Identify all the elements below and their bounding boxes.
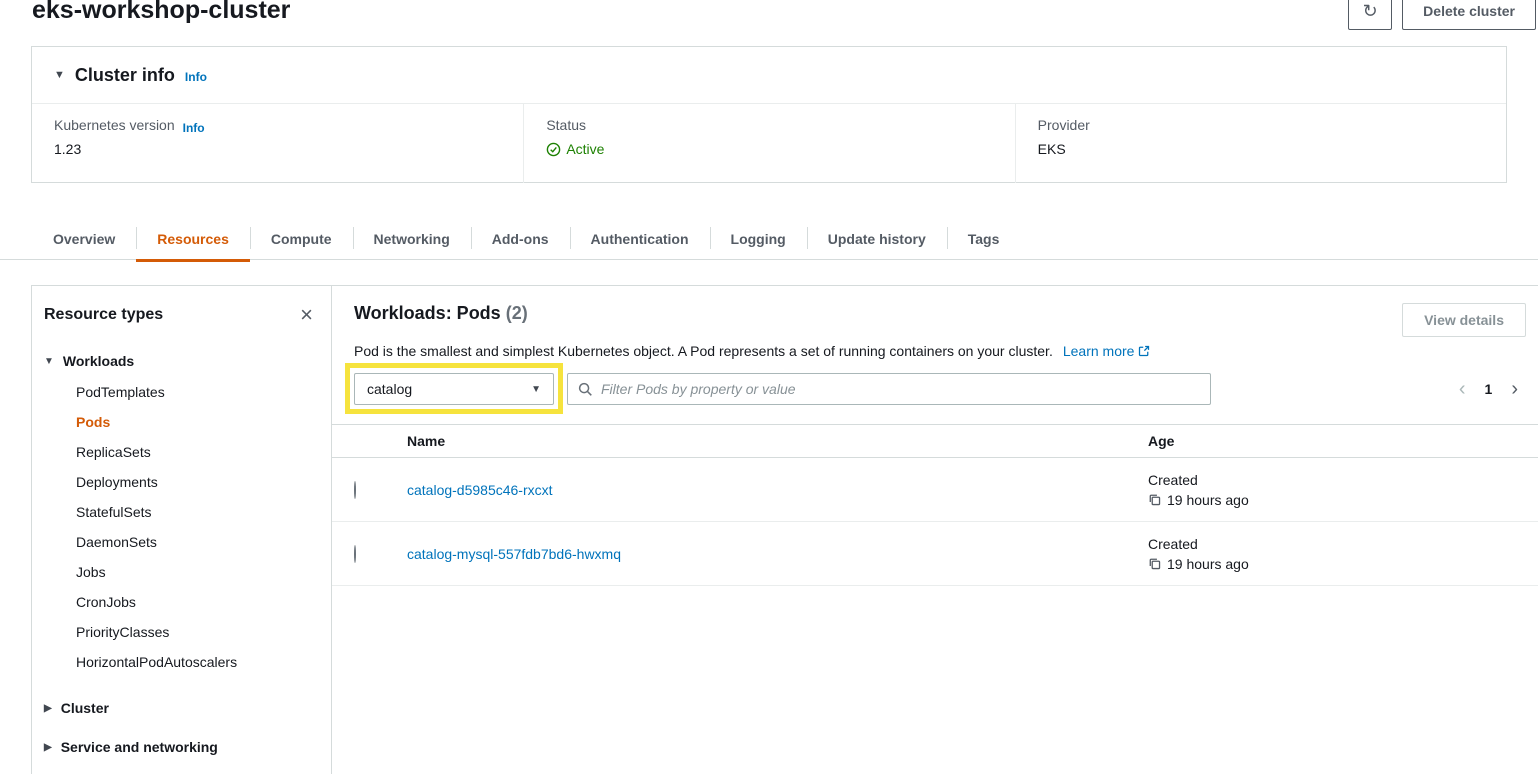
- collapse-caret-icon[interactable]: ▼: [54, 69, 65, 81]
- table-header: Name Age: [332, 424, 1538, 458]
- table-row: catalog-d5985c46-rxcxt Created 19 hours …: [332, 458, 1538, 522]
- close-icon[interactable]: ×: [296, 306, 317, 324]
- cluster-info-header[interactable]: ▼ Cluster info Info: [32, 47, 1506, 103]
- tab-bar: Overview Resources Compute Networking Ad…: [32, 217, 1020, 260]
- sidebar-item-cronjobs[interactable]: CronJobs: [44, 587, 319, 617]
- cluster-info-title: Cluster info: [75, 65, 175, 86]
- previous-page-icon[interactable]: ‹: [1459, 381, 1466, 397]
- sidebar-item-jobs[interactable]: Jobs: [44, 557, 319, 587]
- learn-more-text: Learn more: [1063, 343, 1135, 359]
- tab-overview[interactable]: Overview: [32, 217, 136, 260]
- tab-add-ons[interactable]: Add-ons: [471, 217, 570, 260]
- age-column-header: Age: [1148, 433, 1538, 449]
- resources-panel: Resource types × ▼ Workloads PodTemplate…: [31, 285, 1538, 774]
- caret-right-icon: ▶: [44, 703, 52, 714]
- pagination: ‹ 1 ›: [1459, 381, 1528, 397]
- pods-description-text: Pod is the smallest and simplest Kuberne…: [354, 343, 1053, 359]
- resource-types-sidebar: Resource types × ▼ Workloads PodTemplate…: [32, 286, 332, 774]
- pods-title-text: Workloads: Pods: [354, 303, 501, 323]
- kubernetes-version-info-link[interactable]: Info: [183, 121, 205, 135]
- learn-more-link[interactable]: Learn more: [1063, 343, 1151, 359]
- row-radio-button[interactable]: [354, 481, 356, 499]
- tab-update-history[interactable]: Update history: [807, 217, 947, 260]
- tab-authentication[interactable]: Authentication: [570, 217, 710, 260]
- sidebar-item-replicasets[interactable]: ReplicaSets: [44, 437, 319, 467]
- sidebar-item-podtemplates[interactable]: PodTemplates: [44, 377, 319, 407]
- tab-compute[interactable]: Compute: [250, 217, 353, 260]
- tree-group-label: Service and networking: [61, 739, 218, 755]
- caret-right-icon: ▶: [44, 742, 52, 753]
- tree-group-service-and-networking[interactable]: ▶ Service and networking: [44, 739, 319, 755]
- tree-group-workloads[interactable]: ▼ Workloads: [44, 353, 319, 369]
- provider-label: Provider: [1038, 117, 1090, 133]
- pods-panel-title: Workloads: Pods (2): [354, 303, 528, 324]
- workloads-items: PodTemplates Pods ReplicaSets Deployment…: [44, 377, 319, 677]
- tab-networking[interactable]: Networking: [353, 217, 471, 260]
- age-value: 19 hours ago: [1167, 492, 1249, 508]
- copy-icon[interactable]: [1148, 493, 1161, 506]
- kubernetes-version-label: Kubernetes version: [54, 117, 175, 133]
- age-created-label: Created: [1148, 536, 1538, 552]
- copy-icon[interactable]: [1148, 557, 1161, 570]
- cluster-info-card: ▼ Cluster info Info Kubernetes version I…: [31, 46, 1507, 183]
- field-kubernetes-version: Kubernetes version Info 1.23: [32, 104, 523, 183]
- sidebar-item-priorityclasses[interactable]: PriorityClasses: [44, 617, 319, 647]
- row-radio-button[interactable]: [354, 545, 356, 563]
- table-row: catalog-mysql-557fdb7bd6-hwxmq Created 1…: [332, 522, 1538, 586]
- page-number[interactable]: 1: [1485, 381, 1493, 397]
- age-cell: Created 19 hours ago: [1148, 536, 1538, 572]
- tree-group-label: Cluster: [61, 700, 109, 716]
- sidebar-item-statefulsets[interactable]: StatefulSets: [44, 497, 319, 527]
- pod-name-link[interactable]: catalog-mysql-557fdb7bd6-hwxmq: [407, 546, 621, 562]
- status-value: Active: [546, 141, 992, 157]
- age-cell: Created 19 hours ago: [1148, 472, 1538, 508]
- resource-tree: ▼ Workloads PodTemplates Pods ReplicaSet…: [32, 353, 331, 755]
- next-page-icon[interactable]: ›: [1511, 381, 1518, 397]
- name-column-header: Name: [407, 433, 1148, 449]
- sidebar-item-daemonsets[interactable]: DaemonSets: [44, 527, 319, 557]
- tree-group-label: Workloads: [63, 353, 134, 369]
- refresh-icon: ↻: [1363, 1, 1378, 22]
- tab-logging[interactable]: Logging: [710, 217, 807, 260]
- header-actions: ↻ Delete cluster: [1348, 0, 1536, 30]
- external-link-icon: [1138, 345, 1150, 357]
- sidebar-item-deployments[interactable]: Deployments: [44, 467, 319, 497]
- field-status: Status Active: [523, 104, 1014, 183]
- page-title: eks-workshop-cluster: [32, 0, 290, 26]
- caret-down-icon: ▼: [44, 356, 54, 367]
- sidebar-item-horizontalpodautoscalers[interactable]: HorizontalPodAutoscalers: [44, 647, 319, 677]
- pods-description: Pod is the smallest and simplest Kuberne…: [332, 337, 1538, 359]
- pods-count: (2): [506, 303, 528, 323]
- provider-value: EKS: [1038, 141, 1484, 157]
- filter-row: catalog ▼ ‹ 1 ›: [354, 373, 1528, 405]
- status-active-icon: [546, 142, 561, 157]
- tab-tags[interactable]: Tags: [947, 217, 1021, 260]
- sidebar-title: Resource types: [44, 306, 163, 324]
- pods-search-box[interactable]: [567, 373, 1211, 405]
- tree-group-cluster[interactable]: ▶ Cluster: [44, 700, 319, 716]
- pods-table: Name Age catalog-d5985c46-rxcxt Created …: [332, 424, 1538, 586]
- status-value-text: Active: [566, 141, 604, 157]
- kubernetes-version-value: 1.23: [54, 141, 501, 157]
- delete-cluster-button[interactable]: Delete cluster: [1402, 0, 1536, 30]
- eks-cluster-page: eks-workshop-cluster ↻ Delete cluster ▼ …: [0, 0, 1538, 774]
- age-value: 19 hours ago: [1167, 556, 1249, 572]
- sidebar-item-pods[interactable]: Pods: [44, 407, 319, 437]
- status-label: Status: [546, 117, 586, 133]
- pods-main: Workloads: Pods (2) View details Pod is …: [332, 286, 1538, 774]
- filter-dropdown[interactable]: catalog ▼: [354, 373, 554, 405]
- refresh-button[interactable]: ↻: [1348, 0, 1392, 30]
- cluster-info-body: Kubernetes version Info 1.23 Status Acti…: [32, 103, 1506, 183]
- search-icon: [578, 382, 593, 397]
- filter-dropdown-value: catalog: [367, 381, 412, 397]
- view-details-button[interactable]: View details: [1402, 303, 1526, 337]
- cluster-info-info-link[interactable]: Info: [185, 70, 207, 84]
- age-created-label: Created: [1148, 472, 1538, 488]
- search-input[interactable]: [601, 381, 1200, 397]
- chevron-down-icon: ▼: [531, 384, 541, 395]
- field-provider: Provider EKS: [1015, 104, 1506, 183]
- pod-name-link[interactable]: catalog-d5985c46-rxcxt: [407, 482, 553, 498]
- tab-resources[interactable]: Resources: [136, 217, 250, 260]
